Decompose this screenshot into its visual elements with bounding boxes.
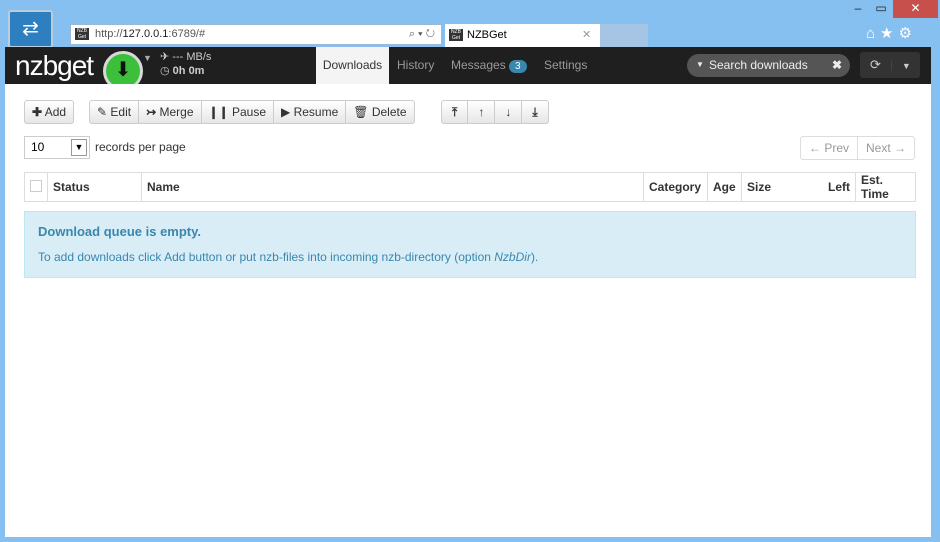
logo: nzbget [15,50,94,81]
maximize-button[interactable]: ▭ [868,0,894,18]
arrow-top-icon: ⤒ [452,105,458,119]
pause-button[interactable]: ❙❙ Pause [202,101,274,123]
move-up-button[interactable]: ↑ [468,101,496,123]
navbar: nzbget ⬇ ▼ ✈ --- MB/s ◷ 0h 0m Downloads … [5,47,931,91]
empty-queue-alert: Download queue is empty. To add download… [24,211,916,278]
url-host: 127.0.0.1 [122,28,169,40]
alert-text: To add downloads click Add button or put… [38,250,495,264]
favicon: NZB Get [75,28,89,40]
resume-button[interactable]: ▶ Resume [274,101,347,123]
search-placeholder: Search downloads [709,58,808,72]
col-age[interactable]: Age [707,172,742,202]
move-down-button[interactable]: ↓ [495,101,523,123]
tab-favicon: NZB Get [449,29,463,41]
col-est-time[interactable]: Est. Time [855,172,916,202]
speed: --- MB/s [172,51,212,63]
arrow-down-icon: ↓ [505,105,512,119]
tab-settings[interactable]: Settings [538,47,593,84]
records-label: records per page [95,140,186,154]
next-button[interactable]: Next → [858,137,914,159]
col-category[interactable]: Category [643,172,708,202]
plane-icon: ✈ [160,51,170,63]
clear-icon[interactable]: ✖ [832,54,842,76]
trash-icon: 🗑 [353,105,369,119]
caret-down-icon[interactable]: ▼ [890,61,911,71]
clock-icon: ◷ [160,65,170,77]
home-star-gear-icons[interactable]: ⌂★⚙ [866,24,917,42]
back-button[interactable]: ⇄ [8,10,53,48]
delete-label: Delete [371,105,407,119]
caret-down-icon[interactable]: ▼ [143,53,152,63]
add-button[interactable]: ✚ Add [25,101,73,123]
tab-close-icon[interactable]: ✕ [582,24,591,46]
messages-badge: 3 [509,60,527,73]
edit-button[interactable]: ✎ Edit [90,101,140,123]
alert-option: NzbDir [494,250,531,264]
caret-down-icon: ▼ [696,60,704,69]
pause-label: Pause [231,105,266,119]
tab-downloads[interactable]: Downloads [316,47,389,84]
merge-label: Merge [159,105,194,119]
downloads-table: Status Name Category Age Size Left Est. … [24,172,916,202]
tab-title: NZBGet [467,29,507,41]
action-group: ✎ Edit ↣ Merge ❙❙ Pause ▶ Resume 🗑 Delet… [89,100,415,124]
search-input[interactable]: ▼ Search downloads ✖ [687,54,850,77]
prev-button[interactable]: ← Prev [801,137,859,159]
move-group: ⤒ ↑ ↓ ⤓ [441,100,549,124]
add-label: Add [44,105,67,119]
records-value: 10 [31,140,45,154]
main-content: ✚ Add ✎ Edit ↣ Merge ❙❙ Pause ▶ Resume 🗑… [5,84,931,537]
pause-icon: ❙❙ [208,105,229,119]
edit-icon: ✎ [97,105,108,119]
messages-label: Messages [451,58,506,72]
url-rest: :6789/# [168,28,206,40]
refresh-button[interactable]: ⟳ ▼ [860,52,920,78]
alert-text-end: ). [530,250,539,264]
select-all-checkbox[interactable] [24,172,48,202]
move-top-button[interactable]: ⤒ [442,101,469,123]
chevron-down-icon: ▼ [71,139,87,156]
delete-button[interactable]: 🗑 Delete [346,101,413,123]
new-tab-button[interactable] [600,24,648,47]
plus-icon: ✚ [32,105,43,119]
arrow-up-icon: ↑ [478,105,485,119]
tab-messages[interactable]: Messages 3 [445,47,533,84]
merge-icon: ↣ [146,105,157,119]
play-icon: ▶ [281,105,291,119]
tab-history[interactable]: History [391,47,440,84]
search-refresh-icon[interactable]: ⌕ ▾ ↻ [409,25,435,44]
refresh-icon: ⟳ [870,57,881,72]
close-button[interactable]: ✕ [893,0,938,18]
add-group: ✚ Add [24,100,75,124]
edit-label: Edit [110,105,132,119]
col-name[interactable]: Name [141,172,644,202]
resume-label: Resume [293,105,339,119]
move-bottom-button[interactable]: ⤓ [522,101,547,123]
address-bar[interactable]: NZB Get http://127.0.0.1:6789/# ⌕ ▾ ↻ [70,24,442,45]
url-prefix: http:// [95,28,123,40]
download-arrow-icon: ⬇ [114,59,132,81]
alert-title: Download queue is empty. [38,224,202,239]
col-size[interactable]: Size [741,172,784,202]
time-left: 0h 0m [172,65,205,77]
arrow-bottom-icon: ⤓ [532,105,538,119]
pager: ← Prev Next → [800,136,916,160]
col-left[interactable]: Left [783,172,856,202]
col-status[interactable]: Status [47,172,142,202]
records-per-page-select[interactable]: 10 ▼ [24,136,90,159]
merge-button[interactable]: ↣ Merge [139,101,202,123]
speed-info: ✈ --- MB/s ◷ 0h 0m [160,50,211,78]
